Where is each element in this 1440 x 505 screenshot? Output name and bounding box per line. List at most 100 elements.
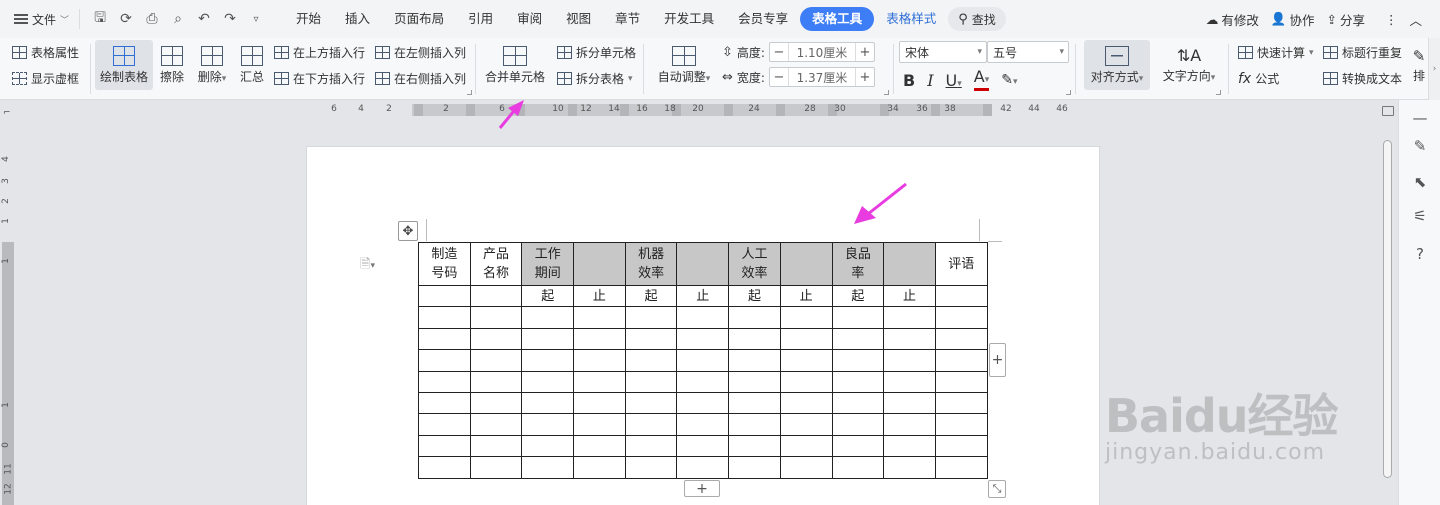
table-cell[interactable] — [521, 306, 575, 329]
table-cell[interactable]: 止 — [779, 284, 833, 308]
font-size-select[interactable]: 五号 ▾ — [987, 41, 1069, 63]
table-cell[interactable] — [676, 391, 730, 415]
tab-chapter[interactable]: 章节 — [603, 7, 652, 31]
ruler-column-marker[interactable] — [776, 104, 785, 116]
table-cell[interactable] — [624, 349, 678, 372]
table-cell[interactable] — [831, 349, 885, 372]
table-cell[interactable] — [779, 456, 833, 479]
table-cell[interactable] — [573, 327, 626, 351]
modified-button[interactable]: ☁ 有修改 — [1206, 10, 1259, 29]
table-cell[interactable] — [831, 391, 885, 415]
width-value[interactable]: 1.37厘米 — [787, 68, 856, 86]
collapse-ribbon-icon[interactable]: ︿ — [1409, 10, 1422, 29]
help-icon[interactable]: ? — [1410, 244, 1430, 264]
insert-row-above-button[interactable]: 在上方插入行 — [274, 44, 365, 61]
table-cell[interactable] — [418, 413, 471, 436]
table-cell[interactable] — [779, 370, 833, 393]
table-cell[interactable] — [728, 456, 781, 479]
table-cell[interactable] — [469, 284, 523, 308]
table-cell[interactable] — [779, 306, 833, 329]
table-cell[interactable] — [521, 370, 575, 393]
table-header-cell[interactable]: 人工 效率 — [728, 242, 781, 286]
edit-pen-icon[interactable]: ✎ — [1410, 136, 1430, 156]
tab-table-tools[interactable]: 表格工具 — [800, 7, 875, 31]
paragraph-doc-icon[interactable]: 🗎▾ — [360, 255, 375, 277]
table-cell[interactable] — [624, 391, 678, 415]
table-cell[interactable] — [883, 306, 936, 329]
formula-button[interactable]: fx 公式 — [1238, 70, 1279, 87]
split-cells-button[interactable]: 拆分单元格 — [557, 44, 636, 61]
table-cell[interactable] — [883, 370, 936, 393]
table-cell[interactable]: 止 — [676, 284, 730, 308]
table-cell[interactable] — [831, 327, 885, 351]
table-properties-button[interactable]: 表格属性 — [12, 44, 79, 61]
sort-button[interactable]: ✎ 排 — [1411, 40, 1427, 90]
table-header-cell[interactable]: 良品率 — [831, 242, 885, 286]
table-cell[interactable] — [573, 434, 626, 458]
table-cell[interactable] — [831, 456, 885, 479]
table-cell[interactable] — [779, 327, 833, 351]
table-cell[interactable] — [469, 349, 523, 372]
ruler-column-marker[interactable] — [414, 104, 423, 116]
table-cell[interactable] — [883, 413, 936, 436]
width-stepper[interactable]: − 1.37厘米 + — [768, 67, 875, 87]
table-cell[interactable] — [934, 284, 988, 308]
table-cell[interactable] — [418, 284, 471, 308]
ribbon-scroll-right[interactable]: › — [1428, 38, 1440, 100]
table-resize-icon[interactable]: ⤡ — [988, 480, 1006, 498]
table-cell[interactable] — [418, 391, 471, 415]
table-cell[interactable] — [624, 327, 678, 351]
split-table-button[interactable]: 拆分表格 ▾ — [557, 70, 633, 87]
table-cell[interactable] — [728, 370, 781, 393]
file-menu[interactable]: 文件 ﹀ — [0, 0, 79, 38]
table-cell[interactable] — [418, 306, 471, 329]
table-cell[interactable] — [573, 456, 626, 479]
table-cell[interactable] — [883, 434, 936, 458]
table-cell[interactable] — [934, 349, 988, 372]
customize-icon[interactable]: ▿ — [244, 7, 268, 31]
table-cell[interactable] — [624, 370, 678, 393]
collab-button[interactable]: 👤 协作 — [1271, 10, 1315, 29]
table-cell[interactable] — [418, 434, 471, 458]
table-cell[interactable] — [469, 434, 523, 458]
table-cell[interactable] — [521, 413, 575, 436]
redo-icon[interactable]: ↷ — [218, 7, 242, 31]
tab-table-style[interactable]: 表格样式 — [874, 7, 948, 31]
document-table[interactable]: 制造 号码 产品 名称 工作 期间 机器 效率 人工 效率 良品率评语起止起止起止起止 — [418, 242, 988, 479]
table-cell[interactable] — [676, 349, 730, 372]
table-cell[interactable] — [521, 391, 575, 415]
table-cell[interactable] — [934, 434, 988, 458]
table-move-handle-icon[interactable]: ✥ — [398, 221, 418, 241]
ruler-column-marker[interactable] — [568, 104, 577, 116]
convert-to-text-button[interactable]: 转换成文本 — [1323, 70, 1402, 87]
font-name-select[interactable]: 宋体 ▾ — [899, 41, 987, 63]
select-cursor-icon[interactable]: ⬉ — [1410, 172, 1430, 192]
page-toggle-icon[interactable] — [1382, 106, 1394, 116]
table-cell[interactable] — [779, 413, 833, 436]
table-cell[interactable] — [728, 327, 781, 351]
summary-button[interactable]: 汇总 — [236, 40, 268, 90]
table-cell[interactable] — [831, 306, 885, 329]
tab-page-layout[interactable]: 页面布局 — [382, 7, 456, 31]
table-cell[interactable] — [521, 349, 575, 372]
table-cell[interactable] — [934, 327, 988, 351]
table-cell[interactable] — [676, 370, 730, 393]
table-cell[interactable]: 起 — [728, 284, 781, 308]
ruler-column-marker[interactable] — [931, 104, 940, 116]
alignment-button[interactable]: 对齐方式▾ — [1084, 40, 1150, 90]
bold-button[interactable]: B — [903, 71, 915, 90]
table-cell[interactable] — [624, 413, 678, 436]
tab-review[interactable]: 审阅 — [505, 7, 554, 31]
table-cell[interactable]: 止 — [573, 284, 626, 308]
delete-button[interactable]: 删除▾ — [192, 40, 232, 90]
ruler-column-marker[interactable] — [466, 104, 475, 116]
settings-sliders-icon[interactable]: ⚟ — [1410, 206, 1430, 226]
erase-button[interactable]: 擦除 — [156, 40, 188, 90]
add-column-button[interactable]: + — [989, 343, 1006, 377]
vertical-scrollbar[interactable] — [1380, 120, 1396, 505]
width-increment-button[interactable]: + — [856, 68, 874, 86]
table-cell[interactable] — [624, 434, 678, 458]
table-header-cell[interactable]: 产品 名称 — [469, 242, 523, 286]
ruler-column-marker[interactable] — [983, 104, 992, 116]
search-button[interactable]: ⚲ 查找 — [948, 7, 1006, 31]
